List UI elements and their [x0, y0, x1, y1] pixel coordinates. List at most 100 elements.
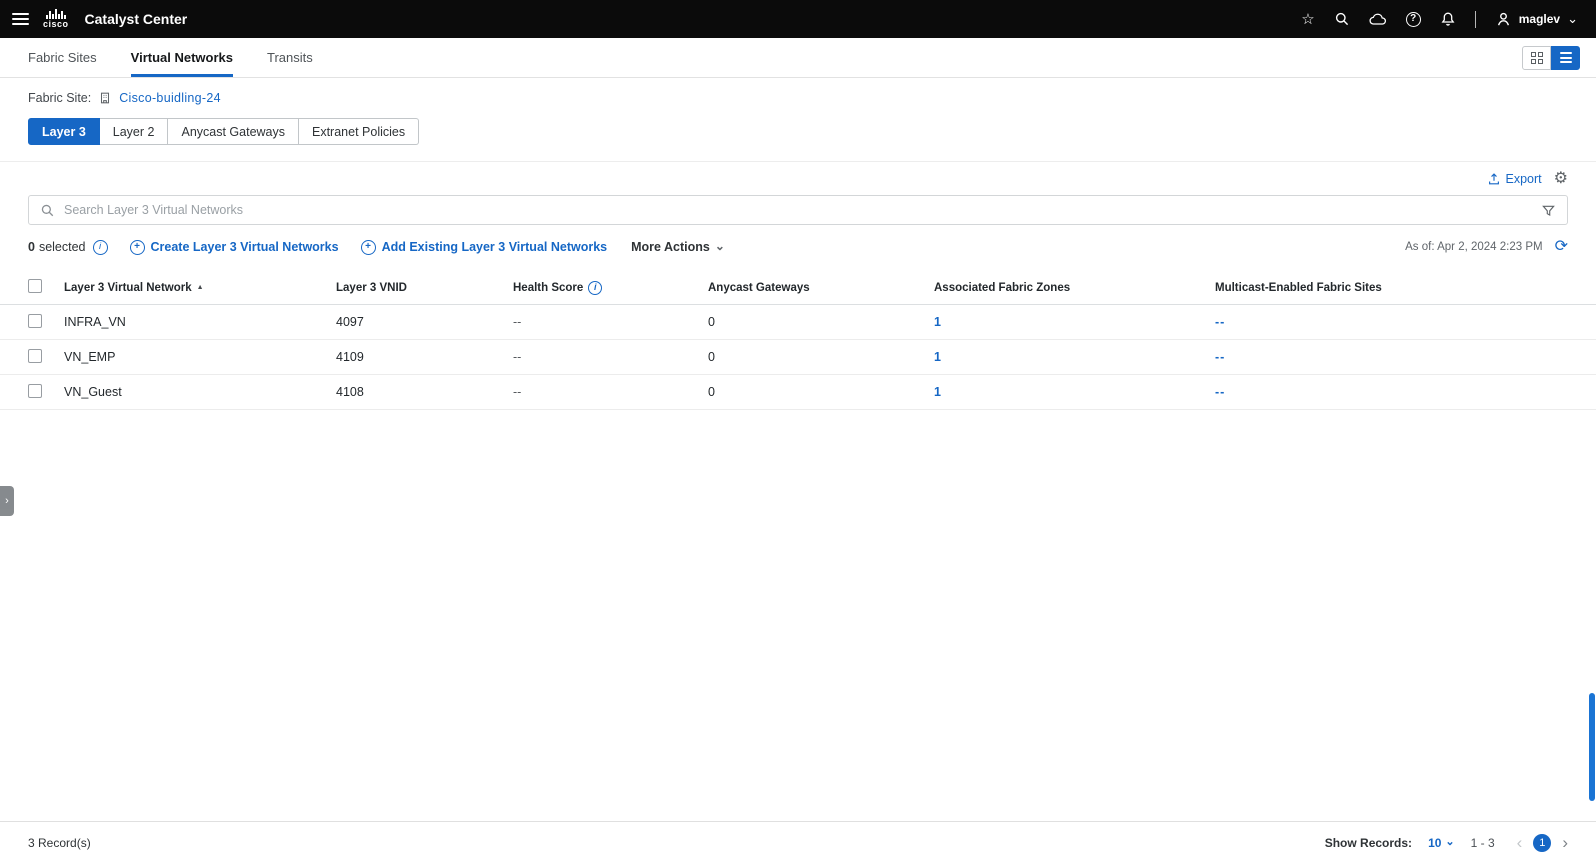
grid-view-button[interactable]: [1522, 46, 1551, 70]
help-icon[interactable]: ?: [1406, 12, 1421, 27]
star-icon[interactable]: ☆: [1301, 12, 1314, 27]
user-menu[interactable]: maglev ⌄: [1495, 11, 1578, 28]
vn-fabric-zones-link[interactable]: 1: [934, 315, 1215, 329]
export-label: Export: [1506, 172, 1542, 186]
segment-layer3[interactable]: Layer 3: [28, 118, 100, 145]
segment-layer2[interactable]: Layer 2: [100, 118, 169, 145]
building-icon: [98, 91, 112, 105]
header-divider: [1475, 11, 1476, 28]
col-header-virtual-network[interactable]: Layer 3 Virtual Network ▲: [64, 282, 336, 294]
tab-fabric-sites[interactable]: Fabric Sites: [28, 38, 97, 77]
user-icon: [1495, 11, 1512, 28]
side-panel-expand-handle[interactable]: ›: [0, 486, 14, 516]
filter-icon[interactable]: [1541, 203, 1556, 218]
app-title: Catalyst Center: [85, 11, 188, 27]
page-tabbar: Fabric Sites Virtual Networks Transits: [0, 38, 1596, 78]
col-header-anycast-gateways[interactable]: Anycast Gateways: [708, 282, 934, 294]
select-all-checkbox[interactable]: [28, 279, 42, 293]
username: maglev: [1519, 12, 1560, 26]
cisco-bars-icon: [46, 9, 66, 19]
row-checkbox[interactable]: [28, 314, 42, 328]
vn-multicast-sites[interactable]: --: [1215, 350, 1596, 364]
next-page-button[interactable]: ›: [1562, 834, 1568, 851]
search-bar: [28, 195, 1568, 225]
vn-multicast-sites[interactable]: --: [1215, 385, 1596, 399]
pagination: ‹ 1 ›: [1517, 834, 1568, 852]
vn-name: INFRA_VN: [64, 315, 336, 329]
vn-fabric-zones-link[interactable]: 1: [934, 350, 1215, 364]
show-records-label: Show Records:: [1325, 836, 1412, 850]
tab-transits[interactable]: Transits: [267, 38, 313, 77]
chevron-down-icon: ⌄: [1445, 839, 1454, 846]
page-size-select[interactable]: 10 ⌄: [1428, 836, 1455, 850]
view-toggle-group: [1522, 46, 1580, 70]
as-of-timestamp: As of: Apr 2, 2024 2:23 PM: [1405, 241, 1542, 253]
vn-anycast-gateways: 0: [708, 350, 934, 364]
chevron-down-icon: ⌄: [715, 243, 725, 250]
cisco-brand-text: cisco: [43, 20, 69, 29]
record-range: 1 - 3: [1471, 836, 1495, 850]
vn-vnid: 4097: [336, 315, 513, 329]
export-button[interactable]: Export: [1487, 172, 1542, 186]
list-view-button[interactable]: [1551, 46, 1580, 70]
segment-anycast-gateways[interactable]: Anycast Gateways: [168, 118, 299, 145]
tab-virtual-networks[interactable]: Virtual Networks: [131, 38, 233, 77]
row-checkbox[interactable]: [28, 349, 42, 363]
segment-extranet-policies[interactable]: Extranet Policies: [299, 118, 419, 145]
table-header-row: Layer 3 Virtual Network ▲ Layer 3 VNID H…: [0, 271, 1596, 305]
grid-view-icon: [1531, 52, 1543, 64]
col-header-fabric-zones[interactable]: Associated Fabric Zones: [934, 282, 1215, 294]
vertical-scrollbar[interactable]: [1589, 693, 1595, 801]
create-l3-vn-button[interactable]: + Create Layer 3 Virtual Networks: [130, 240, 339, 255]
col-header-health-score[interactable]: Health Score i: [513, 281, 708, 295]
vn-health-score: --: [513, 315, 708, 329]
vn-fabric-zones-link[interactable]: 1: [934, 385, 1215, 399]
prev-page-button[interactable]: ‹: [1517, 834, 1523, 851]
list-view-icon: [1560, 52, 1572, 63]
cisco-logo: cisco: [43, 9, 69, 29]
row-checkbox[interactable]: [28, 384, 42, 398]
plus-circle-icon: +: [361, 240, 376, 255]
page-number-button[interactable]: 1: [1533, 834, 1551, 852]
table-row: VN_Guest 4108 -- 0 1 --: [0, 375, 1596, 410]
table-row: INFRA_VN 4097 -- 0 1 --: [0, 305, 1596, 340]
vn-vnid: 4109: [336, 350, 513, 364]
add-existing-l3-vn-label: Add Existing Layer 3 Virtual Networks: [382, 240, 608, 254]
vn-vnid: 4108: [336, 385, 513, 399]
vn-anycast-gateways: 0: [708, 385, 934, 399]
app-header: cisco Catalyst Center ☆ ?: [0, 0, 1596, 38]
menu-icon[interactable]: [12, 13, 29, 25]
table-action-bar: 0 selected i + Create Layer 3 Virtual Ne…: [0, 225, 1596, 265]
table-row: VN_EMP 4109 -- 0 1 --: [0, 340, 1596, 375]
fabric-site-section: Fabric Site: Cisco-buidling-24 Layer 3 L…: [0, 78, 1596, 162]
export-icon: [1487, 172, 1501, 186]
col-header-vnid[interactable]: Layer 3 VNID: [336, 282, 513, 294]
vn-anycast-gateways: 0: [708, 315, 934, 329]
vn-health-score: --: [513, 385, 708, 399]
vn-multicast-sites[interactable]: --: [1215, 315, 1596, 329]
selected-info-icon[interactable]: i: [93, 240, 108, 255]
export-row: Export ⚙: [0, 162, 1596, 191]
add-existing-l3-vn-button[interactable]: + Add Existing Layer 3 Virtual Networks: [361, 240, 608, 255]
search-icon: [40, 203, 55, 218]
info-icon[interactable]: i: [588, 281, 602, 295]
selected-label: selected: [39, 240, 86, 254]
plus-circle-icon: +: [130, 240, 145, 255]
more-actions-dropdown[interactable]: More Actions ⌄: [631, 240, 725, 254]
bell-icon[interactable]: [1440, 11, 1456, 27]
refresh-icon[interactable]: ⟳: [1555, 239, 1568, 255]
col-header-multicast-sites[interactable]: Multicast-Enabled Fabric Sites: [1215, 282, 1596, 294]
fabric-site-label: Fabric Site:: [28, 91, 91, 105]
search-icon[interactable]: [1334, 11, 1350, 27]
gear-icon[interactable]: ⚙: [1554, 171, 1568, 187]
search-input[interactable]: [64, 203, 1532, 217]
fabric-site-link[interactable]: Cisco-buidling-24: [119, 91, 221, 105]
vn-name: VN_Guest: [64, 385, 336, 399]
create-l3-vn-label: Create Layer 3 Virtual Networks: [151, 240, 339, 254]
vn-health-score: --: [513, 350, 708, 364]
sort-asc-icon: ▲: [197, 284, 204, 291]
record-count: 3 Record(s): [28, 836, 91, 850]
cloud-icon[interactable]: [1369, 12, 1387, 26]
selected-count: 0: [28, 240, 35, 254]
more-actions-label: More Actions: [631, 240, 710, 254]
